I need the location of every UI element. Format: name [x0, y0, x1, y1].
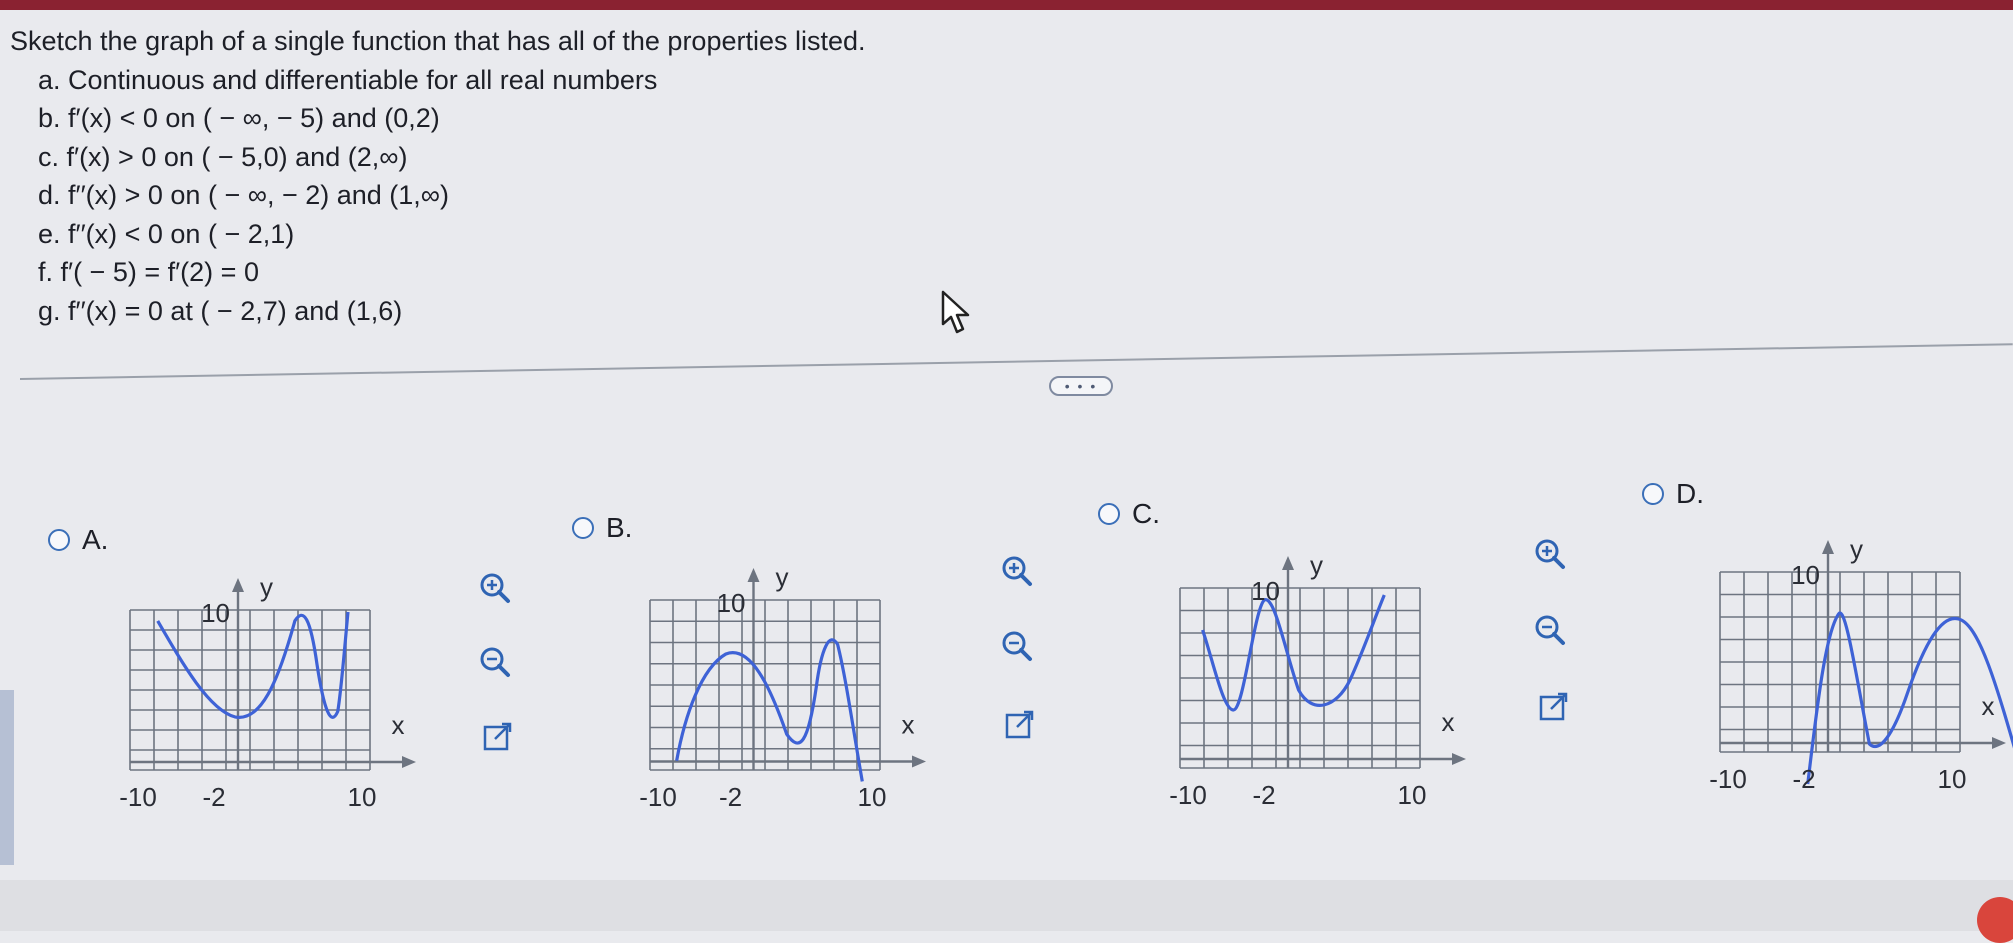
option-b[interactable]: B. [572, 512, 632, 544]
y-tick-label: 10 [1251, 576, 1280, 606]
option-c-graph: y 10 x -10 -2 10 [1160, 548, 1480, 848]
option-a-graph: y 10 x -10 -2 10 [110, 570, 430, 850]
x-axis-arrow-icon [402, 756, 416, 768]
x-axis-label: x [902, 710, 915, 740]
header-bar [0, 0, 2013, 10]
option-d[interactable]: D. [1642, 478, 1704, 510]
y-axis-arrow-icon [1282, 556, 1294, 570]
y-axis-label: y [260, 572, 273, 602]
section-divider [19, 343, 2013, 380]
x-axis-label: x [392, 710, 405, 740]
option-a-label: A. [82, 524, 109, 555]
option-c-radio[interactable] [1098, 503, 1120, 525]
option-a-radio[interactable] [48, 529, 70, 551]
x-axis-arrow-icon [1452, 753, 1466, 765]
option-b-radio[interactable] [572, 517, 594, 539]
option-b-graph: y 10 x -10 -2 10 [630, 560, 940, 850]
question-prompt: Sketch the graph of a single function th… [10, 26, 866, 56]
x-axis-arrow-icon [912, 755, 926, 768]
x-tick-label: -10 [119, 782, 157, 812]
x-tick-label: -2 [202, 782, 225, 812]
zoom-out-icon[interactable] [475, 642, 515, 682]
property-c: c. f′(x) > 0 on ( − 5,0) and (2,∞) [38, 141, 408, 172]
x-tick-label: -10 [639, 782, 677, 812]
x-axis-label: x [1442, 707, 1455, 737]
property-b: b. f′(x) < 0 on ( − ∞, − 5) and (0,2) [38, 103, 440, 133]
option-d-graph: y 10 x -10 -2 10 [1700, 532, 2013, 832]
open-external-icon[interactable] [1534, 686, 1574, 726]
option-c-graph-svg: y 10 x -10 -2 10 [1169, 550, 1466, 810]
option-a-graph-svg: y 10 x -10 -2 10 [119, 572, 416, 812]
option-c-label: C. [1132, 498, 1160, 529]
x-tick-label: -10 [1709, 764, 1747, 794]
y-axis-label: y [776, 562, 789, 592]
zoom-in-icon[interactable] [475, 568, 515, 608]
x-tick-label: -10 [1169, 780, 1207, 810]
x-tick-label: 10 [858, 782, 887, 812]
zoom-out-icon[interactable] [1530, 610, 1570, 650]
y-axis-arrow-icon [232, 578, 244, 592]
option-b-graph-svg: y 10 x -10 -2 10 [639, 562, 926, 812]
zoom-in-icon[interactable] [997, 551, 1037, 591]
x-axis-arrow-icon [1992, 737, 2006, 749]
x-tick-label: -2 [1792, 764, 1815, 794]
option-d-graph-svg: y 10 x -10 -2 10 [1709, 534, 2013, 794]
option-d-radio[interactable] [1642, 483, 1664, 505]
option-c[interactable]: C. [1098, 498, 1160, 530]
open-external-icon[interactable] [1000, 704, 1040, 744]
y-tick-label: 10 [1791, 560, 1820, 590]
option-d-label: D. [1676, 478, 1704, 509]
y-axis-label: y [1850, 534, 1863, 564]
y-axis-label: y [1310, 550, 1323, 580]
zoom-in-icon[interactable] [1530, 534, 1570, 574]
y-axis-arrow-icon [747, 568, 760, 582]
function-curve [1203, 595, 1385, 710]
x-tick-label: -2 [1252, 780, 1275, 810]
y-tick-label: 10 [717, 588, 746, 618]
scrollbar[interactable] [0, 690, 14, 865]
x-tick-label: 10 [1938, 764, 1967, 794]
option-b-label: B. [606, 512, 633, 543]
help-badge-icon[interactable] [1977, 897, 2013, 943]
property-e: e. f′′(x) < 0 on ( − 2,1) [38, 218, 295, 249]
property-d: d. f′′(x) > 0 on ( − ∞, − 2) and (1,∞) [38, 180, 450, 210]
property-a: a. Continuous and differentiable for all… [38, 64, 658, 95]
property-f: f. f′( − 5) = f′(2) = 0 [38, 257, 259, 287]
bottom-edge [0, 880, 2013, 943]
zoom-out-icon[interactable] [997, 626, 1037, 666]
option-a[interactable]: A. [48, 524, 108, 556]
function-curve [158, 612, 348, 717]
y-axis-arrow-icon [1822, 540, 1834, 554]
question-text: Sketch the graph of a single function th… [10, 22, 866, 330]
x-tick-label: 10 [1398, 780, 1427, 810]
x-tick-label: -2 [719, 782, 742, 812]
mouse-pointer-icon [940, 290, 978, 336]
x-tick-label: 10 [348, 782, 377, 812]
y-tick-label: 10 [201, 598, 230, 628]
property-g: g. f′′(x) = 0 at ( − 2,7) and (1,6) [38, 295, 403, 326]
open-external-icon[interactable] [478, 716, 518, 756]
show-more-button[interactable]: • • • [1049, 376, 1113, 396]
x-axis-label: x [1982, 691, 1995, 721]
